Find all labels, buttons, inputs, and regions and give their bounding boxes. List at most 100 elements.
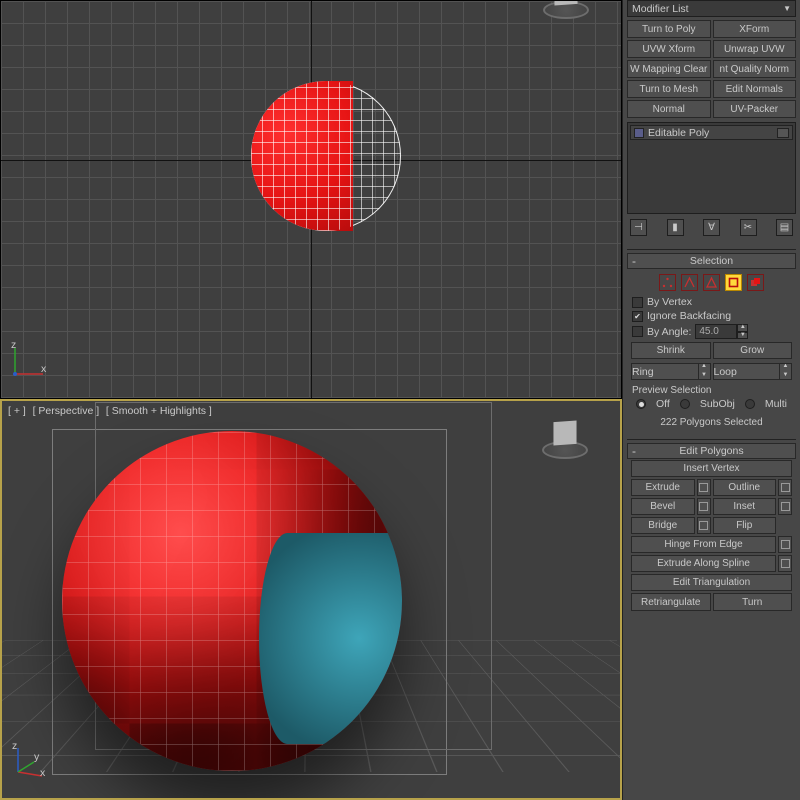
- edit-triangulation-button[interactable]: Edit Triangulation: [631, 574, 792, 591]
- modifier-button[interactable]: Normal: [627, 100, 711, 118]
- viewcube[interactable]: [539, 0, 593, 25]
- outline-settings-button[interactable]: [778, 479, 792, 496]
- preview-off-radio[interactable]: [636, 399, 646, 409]
- spinner-down-icon[interactable]: ▼: [780, 372, 791, 381]
- ring-label: Ring: [632, 366, 698, 378]
- viewport-top[interactable]: x z: [0, 0, 622, 399]
- by-vertex-checkbox[interactable]: [632, 297, 643, 308]
- viewport-shading[interactable]: [ Smooth + Highlights ]: [106, 405, 212, 417]
- stack-visibility-icon[interactable]: [777, 128, 789, 138]
- modifier-button[interactable]: Edit Normals: [713, 80, 797, 98]
- ring-button[interactable]: Ring ▲▼: [631, 363, 711, 380]
- spinner-down-icon[interactable]: ▼: [699, 372, 710, 381]
- app-root: x z [ + ] [ Perspective ] [ Smooth + Hig…: [0, 0, 800, 800]
- bridge-button[interactable]: Bridge: [631, 517, 695, 534]
- turn-button[interactable]: Turn: [713, 593, 793, 611]
- svg-text:z: z: [11, 342, 16, 351]
- pin-stack-icon[interactable]: ⊣: [630, 219, 647, 236]
- modifier-button[interactable]: UV-Packer: [713, 100, 797, 118]
- ignore-backfacing-checkbox[interactable]: [632, 311, 643, 322]
- viewport-area: x z [ + ] [ Perspective ] [ Smooth + Hig…: [0, 0, 622, 800]
- extrude-settings-button[interactable]: [697, 479, 711, 496]
- spinner-up-icon[interactable]: ▲: [737, 324, 748, 332]
- hinge-settings-button[interactable]: [778, 536, 792, 553]
- collapse-icon: -: [632, 445, 636, 457]
- axis-gizmo: x z: [11, 342, 47, 378]
- axis-gizmo: x z y: [12, 742, 48, 778]
- extrude-along-spline-button[interactable]: Extrude Along Spline: [631, 555, 776, 572]
- vertex-level-icon[interactable]: [659, 274, 676, 291]
- modifier-button[interactable]: XForm: [713, 20, 797, 38]
- flip-button[interactable]: Flip: [713, 517, 777, 534]
- modifier-stack[interactable]: Editable Poly: [627, 122, 796, 214]
- preview-subobj-radio[interactable]: [680, 399, 690, 409]
- by-angle-spinner[interactable]: ▲ ▼: [695, 324, 748, 339]
- svg-text:z: z: [12, 742, 17, 752]
- by-angle-checkbox[interactable]: [632, 326, 643, 337]
- by-vertex-label: By Vertex: [647, 296, 692, 308]
- viewport-menu-toggle[interactable]: [ + ]: [8, 405, 26, 417]
- rollout-title: Selection: [690, 255, 733, 267]
- ignore-backfacing-label: Ignore Backfacing: [647, 310, 731, 322]
- stack-item-label: Editable Poly: [648, 127, 709, 139]
- by-angle-input[interactable]: [695, 324, 737, 339]
- viewport-perspective[interactable]: [ + ] [ Perspective ] [ Smooth + Highlig…: [0, 399, 622, 800]
- make-unique-icon[interactable]: ∀: [703, 219, 720, 236]
- edge-level-icon[interactable]: [681, 274, 698, 291]
- viewport-label[interactable]: [ + ] [ Perspective ] [ Smooth + Highlig…: [8, 405, 216, 417]
- stack-item-editable-poly[interactable]: Editable Poly: [630, 125, 793, 140]
- modifier-button[interactable]: Unwrap UVW: [713, 40, 797, 58]
- polygon-level-icon[interactable]: [725, 274, 742, 291]
- viewcube[interactable]: [538, 411, 592, 465]
- insert-vertex-button[interactable]: Insert Vertex: [631, 460, 792, 477]
- viewport-name[interactable]: [ Perspective ]: [33, 405, 100, 417]
- rollout-edit-polygons: - Edit Polygons Insert Vertex Extrude Ou…: [627, 439, 796, 612]
- bridge-settings-button[interactable]: [697, 517, 711, 534]
- outline-button[interactable]: Outline: [713, 479, 777, 496]
- dropdown-arrow-icon: ▼: [783, 4, 791, 13]
- inset-settings-button[interactable]: [778, 498, 792, 515]
- grow-button[interactable]: Grow: [713, 342, 793, 359]
- show-end-result-icon[interactable]: ▮: [667, 219, 684, 236]
- sphere-object-persp[interactable]: [62, 431, 402, 771]
- rollout-header[interactable]: - Selection: [627, 253, 796, 269]
- svg-text:x: x: [40, 767, 46, 778]
- sphere-object-top[interactable]: [251, 81, 401, 231]
- modifier-button[interactable]: W Mapping Clear: [627, 60, 711, 78]
- extrude-spline-settings-button[interactable]: [778, 555, 792, 572]
- hinge-from-edge-button[interactable]: Hinge From Edge: [631, 536, 776, 553]
- modifier-button[interactable]: nt Quality Norm: [713, 60, 797, 78]
- rollout-selection: - Selection: [627, 249, 796, 430]
- svg-text:y: y: [34, 751, 40, 763]
- shrink-button[interactable]: Shrink: [631, 342, 711, 359]
- remove-modifier-icon[interactable]: ✂: [740, 219, 757, 236]
- spinner-up-icon[interactable]: ▲: [699, 363, 710, 372]
- ignore-backfacing-row: Ignore Backfacing: [627, 309, 796, 323]
- preview-off-label: Off: [656, 398, 670, 410]
- extrude-button[interactable]: Extrude: [631, 479, 695, 496]
- rollout-title: Edit Polygons: [679, 445, 743, 457]
- modifier-buttons-grid: Turn to Poly XForm UVW Xform Unwrap UVW …: [627, 20, 796, 118]
- modifier-button[interactable]: UVW Xform: [627, 40, 711, 58]
- preview-multi-radio[interactable]: [745, 399, 755, 409]
- inset-button[interactable]: Inset: [713, 498, 777, 515]
- configure-sets-icon[interactable]: ▤: [776, 219, 793, 236]
- retriangulate-button[interactable]: Retriangulate: [631, 593, 711, 611]
- by-angle-row: By Angle: ▲ ▼: [627, 323, 796, 340]
- bevel-button[interactable]: Bevel: [631, 498, 695, 515]
- spinner-up-icon[interactable]: ▲: [780, 363, 791, 372]
- selection-status: 222 Polygons Selected: [627, 413, 796, 430]
- spinner-down-icon[interactable]: ▼: [737, 332, 748, 340]
- rollout-header[interactable]: - Edit Polygons: [627, 443, 796, 459]
- stack-expand-icon[interactable]: [634, 128, 644, 138]
- modifier-button[interactable]: Turn to Poly: [627, 20, 711, 38]
- bevel-settings-button[interactable]: [697, 498, 711, 515]
- modifier-list-dropdown[interactable]: Modifier List ▼: [627, 0, 796, 17]
- element-level-icon[interactable]: [747, 274, 764, 291]
- stack-tool-bar: ⊣ ▮ ∀ ✂ ▤: [627, 218, 796, 240]
- loop-button[interactable]: Loop ▲▼: [713, 363, 793, 380]
- subobject-level-icons: [627, 269, 796, 295]
- modifier-button[interactable]: Turn to Mesh: [627, 80, 711, 98]
- loop-label: Loop: [714, 366, 780, 378]
- border-level-icon[interactable]: [703, 274, 720, 291]
